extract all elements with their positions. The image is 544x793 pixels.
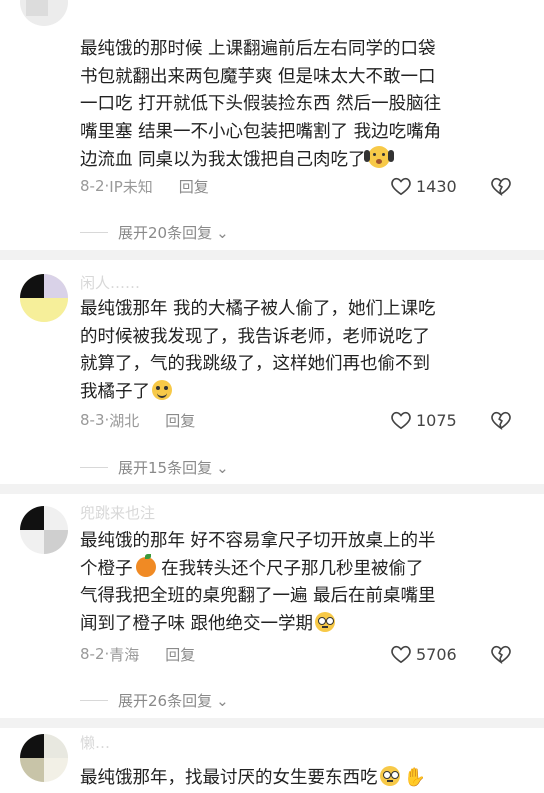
smiling-face-emoji xyxy=(152,379,172,400)
like-button[interactable]: 1075 xyxy=(390,410,457,430)
heart-icon xyxy=(391,177,411,196)
chevron-down-icon: ⌄ xyxy=(216,458,229,477)
broken-heart-icon xyxy=(491,177,511,197)
username[interactable]: 懒… xyxy=(80,732,110,753)
flushed-face-emoji xyxy=(315,611,336,632)
screaming-face-emoji xyxy=(363,146,394,168)
avatar[interactable] xyxy=(20,506,68,554)
heart-icon xyxy=(391,645,411,664)
like-count: 5706 xyxy=(416,644,457,664)
reply-button[interactable]: 回复 xyxy=(165,410,195,431)
comment-text: 最纯饿那年 我的大橘子被人偷了，她们上课吃 的时候被我发现了，我告诉老师，老师说… xyxy=(80,299,436,402)
orange-emoji xyxy=(135,553,156,577)
like-button[interactable]: 1430 xyxy=(390,176,457,196)
chevron-down-icon: ⌄ xyxy=(216,223,229,242)
heart-icon xyxy=(391,411,411,430)
reply-button[interactable]: 回复 xyxy=(179,176,209,197)
broken-heart-icon xyxy=(491,645,511,665)
divider xyxy=(80,700,108,701)
divider xyxy=(80,467,108,468)
comment-location: IP未知 xyxy=(109,177,153,196)
comment-text: 最纯饿的那年 好不容易拿尺子切开放桌上的半 个橙子 在我转头还个尺子那几秒里被偷… xyxy=(80,531,436,634)
broken-heart-icon xyxy=(491,411,511,431)
section-divider xyxy=(0,718,544,728)
dislike-button[interactable] xyxy=(490,644,512,668)
divider xyxy=(80,232,108,233)
avatar[interactable] xyxy=(20,274,68,322)
folded-hands-emoji: ✋ xyxy=(403,767,426,788)
avatar[interactable] xyxy=(20,0,68,26)
comment-text: 最纯饿那年，找最讨厌的女生要东西吃 ✋ xyxy=(80,764,500,793)
like-button[interactable]: 5706 xyxy=(390,644,457,664)
comment-text: 最纯饿的那时候 上课翻遍前后左右同学的口袋 书包就翻出来两包魔芋爽 但是味太大不… xyxy=(80,39,442,170)
comment-date: 8-2 xyxy=(80,177,105,195)
section-divider xyxy=(0,484,544,494)
expand-replies-button[interactable]: 展开15条回复 ⌄ xyxy=(80,457,229,478)
comment-location: 湖北 xyxy=(109,411,140,430)
comment-date: 8-3 xyxy=(80,411,105,429)
username[interactable]: 闲人…… xyxy=(80,272,140,293)
flushed-face-emoji xyxy=(379,766,400,786)
dislike-button[interactable] xyxy=(490,176,512,200)
like-count: 1430 xyxy=(416,176,457,196)
comment-location: 青海 xyxy=(109,645,140,664)
section-divider xyxy=(0,250,544,260)
avatar[interactable] xyxy=(20,734,68,782)
username[interactable]: 兜跳来也注 xyxy=(80,502,155,523)
like-count: 1075 xyxy=(416,410,457,430)
chevron-down-icon: ⌄ xyxy=(216,691,229,710)
expand-replies-button[interactable]: 展开26条回复 ⌄ xyxy=(80,690,229,711)
reply-button[interactable]: 回复 xyxy=(165,644,195,665)
comment-date: 8-2 xyxy=(80,645,105,663)
expand-replies-button[interactable]: 展开20条回复 ⌄ xyxy=(80,222,229,243)
dislike-button[interactable] xyxy=(490,410,512,434)
